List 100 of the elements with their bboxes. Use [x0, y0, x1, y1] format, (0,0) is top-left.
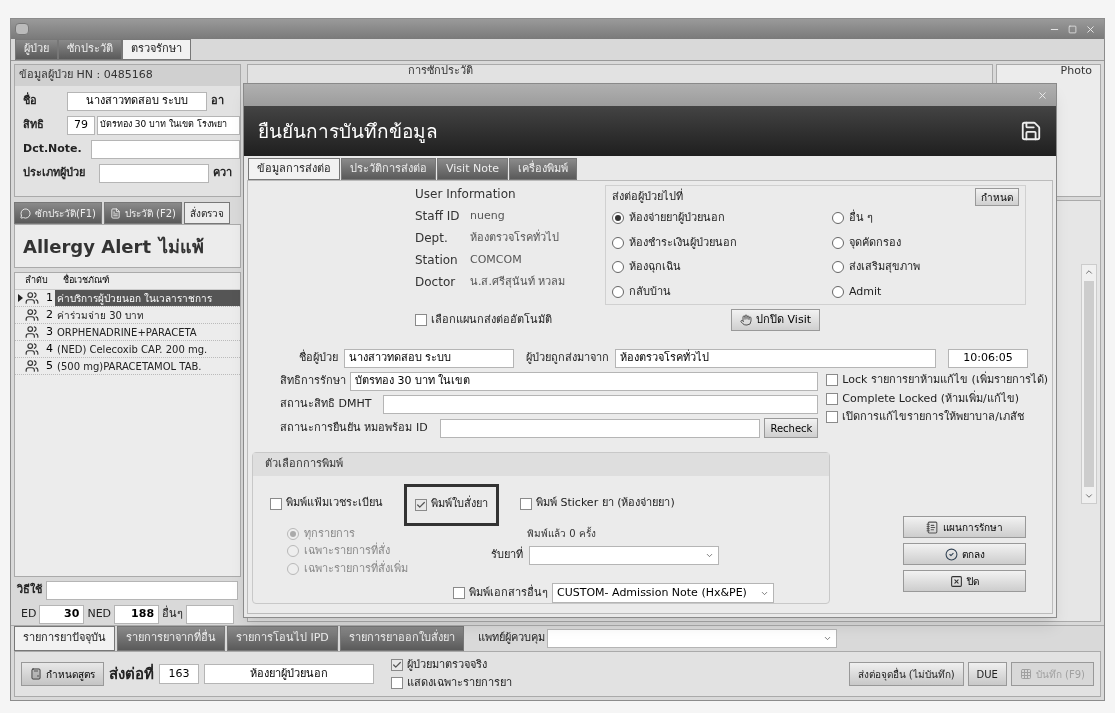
- text-field[interactable]: นางสาวทดสอบ ระบบ: [344, 349, 514, 368]
- action-button[interactable]: ตกลง: [903, 543, 1026, 565]
- tab[interactable]: ข้อมูลการส่งต่อ: [248, 158, 340, 180]
- panel-title: ข้อมูลผู้ป่วย HN : 0485168: [15, 65, 240, 86]
- grid-icon: [1019, 668, 1032, 680]
- check-circle-icon: [944, 547, 958, 561]
- radio-button[interactable]: [612, 285, 624, 298]
- tab[interactable]: สั่งตรวจ: [184, 202, 231, 224]
- scroll-up-icon[interactable]: [1084, 267, 1094, 277]
- maximize-icon[interactable]: [1068, 24, 1077, 34]
- dropdown[interactable]: CUSTOM- Admission Note (Hx&PE): [552, 583, 774, 603]
- time-field[interactable]: 10:06:05: [948, 349, 1028, 368]
- close-icon[interactable]: [1085, 23, 1096, 35]
- radio-button[interactable]: [612, 236, 624, 249]
- panel-title: Photo: [1060, 65, 1093, 77]
- checkbox-label: แสดงเฉพาะรายการยา: [407, 675, 512, 691]
- dialog-title: ยืนยันการบันทึกข้อมูล: [258, 118, 438, 145]
- action-button[interactable]: ปิด: [903, 570, 1026, 592]
- people-icon: [25, 291, 39, 305]
- checkbox-label: พิมพ์ใบสั่งยา: [431, 496, 488, 513]
- tab[interactable]: ประวัติ (F2): [103, 202, 183, 224]
- text-field[interactable]: ห้องตรวจโรคทั่วไป: [615, 349, 936, 368]
- table-cell[interactable]: (500 mg)PARACETAMOL TAB.: [55, 358, 240, 374]
- tab[interactable]: Visit Note: [437, 158, 508, 180]
- close-icon: [950, 574, 963, 588]
- info-label: Staff ID: [415, 208, 461, 225]
- tab[interactable]: เครื่องพิมพ์: [509, 158, 577, 180]
- table-cell[interactable]: ORPHENADRINE+PARACETA: [55, 324, 240, 340]
- set-button[interactable]: กำหนด: [975, 188, 1019, 206]
- text-field[interactable]: 163: [159, 664, 199, 684]
- info-value: COMCOM: [470, 251, 522, 268]
- text-field[interactable]: [383, 395, 819, 414]
- table-cell[interactable]: (NED) Celecoxib CAP. 200 mg.: [55, 341, 240, 357]
- table-cell[interactable]: ค่าร่วมจ่าย 30 บาท: [55, 307, 240, 323]
- print-count: พิมพ์แล้ว 0 ครั้ง: [526, 525, 597, 541]
- checkbox-label: พิมพ์ Sticker ยา (ห้องจ่ายยา): [536, 495, 675, 512]
- table-cell-text: 1: [45, 289, 53, 306]
- checkbox[interactable]: [270, 497, 282, 510]
- text-field[interactable]: [46, 580, 238, 600]
- scroll-down-icon[interactable]: [1084, 491, 1094, 501]
- recheck-button[interactable]: Recheck: [764, 418, 819, 438]
- checkbox[interactable]: [826, 374, 839, 387]
- dropdown[interactable]: [529, 545, 719, 565]
- text-field[interactable]: บัตรทอง 30 บาท ในเขต โรงพยา: [97, 115, 240, 135]
- checkbox[interactable]: [415, 314, 427, 326]
- info-label: Station: [415, 252, 459, 269]
- checkbox[interactable]: [415, 498, 427, 511]
- tab[interactable]: รายการยาจากที่อื่น: [117, 626, 225, 651]
- field-label: Dct.Note.: [23, 140, 83, 157]
- column-header: ลำดับ: [25, 274, 49, 288]
- tab[interactable]: ตรวจรักษา: [122, 39, 191, 60]
- checkbox[interactable]: [520, 497, 532, 510]
- tab[interactable]: ซักประวัติ(F1): [14, 202, 102, 224]
- formula-button[interactable]: กำหนดสูตร: [21, 662, 104, 686]
- button[interactable]: DUE: [967, 662, 1007, 686]
- checkbox[interactable]: [391, 658, 403, 671]
- action-button[interactable]: แผนการรักษา: [903, 516, 1026, 538]
- field-label: สถานะการยืนยัน หมอพร้อม ID: [280, 419, 428, 436]
- hide-visit-button[interactable]: ปกปิด Visit: [731, 309, 820, 331]
- radio-button[interactable]: [832, 285, 844, 298]
- notebook-icon: [926, 520, 939, 534]
- checkbox-label: พิมพ์แฟ้มเวชระเบียน: [286, 495, 383, 512]
- text-field[interactable]: [186, 604, 234, 624]
- checkbox[interactable]: [826, 392, 839, 405]
- checkbox[interactable]: [826, 411, 839, 424]
- radio-button[interactable]: [832, 236, 844, 249]
- button[interactable]: ส่งต่อจุดอื่น (ไม่บันทึก): [848, 662, 964, 686]
- info-value: น.ส.ศรีสุนันท์ หวลม: [470, 273, 566, 290]
- text-field[interactable]: [99, 163, 209, 183]
- tab[interactable]: ผู้ป่วย: [15, 39, 58, 60]
- save-icon[interactable]: [1020, 120, 1042, 142]
- text-field[interactable]: ห้องยาผู้ป่วยนอก: [204, 664, 374, 684]
- text-field[interactable]: นางสาวทดสอบ ระบบ: [67, 91, 207, 111]
- text-field[interactable]: 188: [114, 604, 160, 624]
- close-icon[interactable]: [1037, 89, 1048, 101]
- radio-button[interactable]: [612, 212, 624, 225]
- field-label: ED: [21, 605, 37, 622]
- table-cell[interactable]: ค่าบริการผู้ป่วยนอก ในเวลาราชการ: [55, 290, 240, 306]
- radio-button[interactable]: [832, 212, 844, 225]
- section-title: ส่งต่อผู้ป่วยไปที่: [612, 188, 683, 205]
- group-title: ตัวเลือกการพิมพ์: [253, 453, 829, 476]
- checkbox[interactable]: [453, 587, 465, 599]
- checkbox-label: เปิดการแก้ไขรายการให้พยาบาล/เภสัช: [842, 409, 1025, 425]
- text-field[interactable]: บัตรทอง 30 บาท ในเขต: [350, 372, 819, 391]
- radio-label: ห้องจ่ายยาผู้ป่วยนอก: [629, 210, 725, 226]
- tab[interactable]: รายการโอนไป IPD: [227, 626, 338, 651]
- text-field[interactable]: 30: [39, 604, 85, 624]
- tab[interactable]: ซักประวัติ: [58, 39, 122, 60]
- text-field[interactable]: [439, 418, 761, 438]
- checkbox-label: พิมพ์เอกสารอื่นๆ: [469, 584, 548, 601]
- tab[interactable]: ประวัติการส่งต่อ: [341, 158, 436, 180]
- checkbox[interactable]: [391, 677, 403, 690]
- tab[interactable]: รายการยาออกใบสั่งยา: [339, 626, 464, 651]
- dropdown[interactable]: [546, 629, 837, 648]
- text-field[interactable]: [91, 139, 240, 159]
- scrollbar[interactable]: [1081, 264, 1097, 504]
- text-field[interactable]: 79: [67, 115, 95, 135]
- radio-button[interactable]: [612, 261, 624, 274]
- radio-button[interactable]: [832, 261, 844, 274]
- tab[interactable]: รายการยาปัจจุบัน: [14, 626, 115, 651]
